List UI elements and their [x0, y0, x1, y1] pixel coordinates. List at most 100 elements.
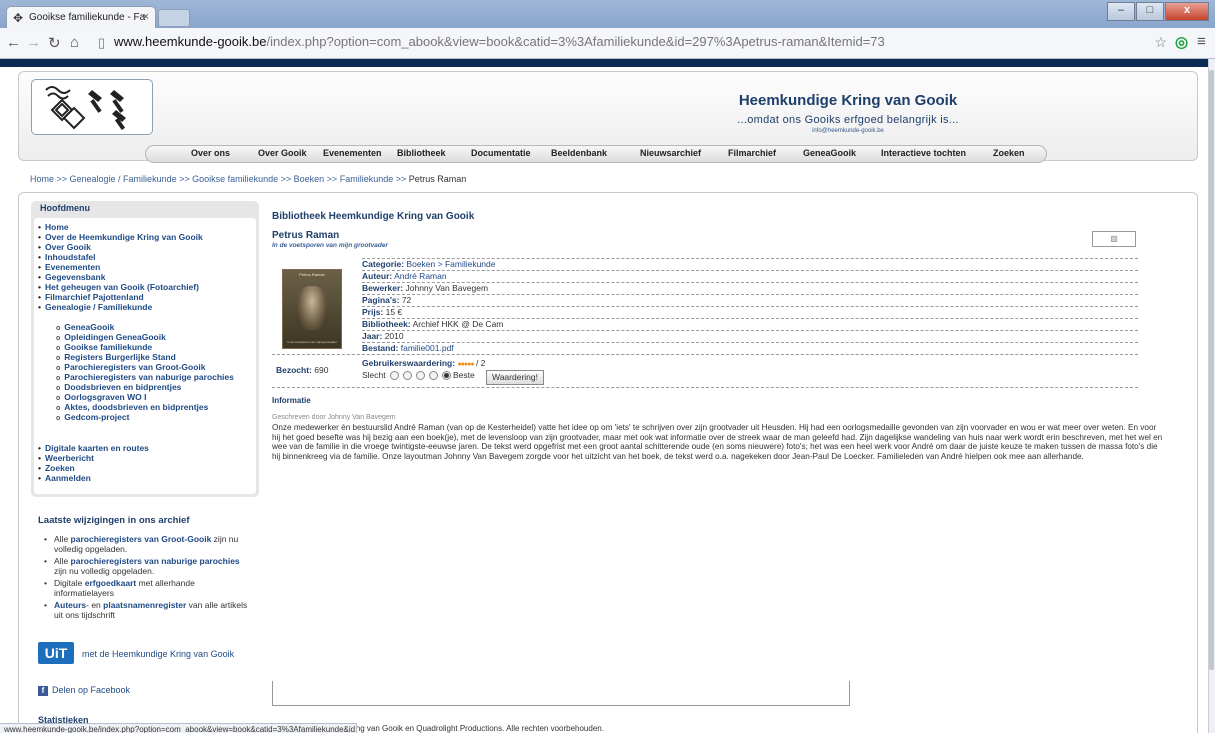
divider [272, 354, 1138, 355]
site-favicon-icon: ✥ [13, 11, 24, 25]
rating-radio-1[interactable] [390, 371, 399, 381]
sidebar-title: Hoofdmenu [40, 203, 90, 213]
top-band [0, 59, 1208, 67]
recent-link[interactable]: erfgoedkaart [85, 578, 137, 588]
vote-button[interactable]: Waardering! [486, 370, 544, 385]
nav-filmarchief[interactable]: Filmarchief [728, 148, 776, 158]
maximize-icon[interactable]: □ [1136, 2, 1164, 21]
recent-link[interactable]: Auteurs [54, 600, 86, 610]
cover-footer: In de voetsporen van mijn grootvader [287, 340, 337, 344]
nav-documentatie[interactable]: Documentatie [471, 148, 531, 158]
nav-nieuwsarchief[interactable]: Nieuwsarchief [640, 148, 701, 158]
footer-copyright: ing van Gooik en Quadrolight Productions… [354, 724, 604, 733]
scrollbar-thumb[interactable] [1209, 70, 1214, 670]
facebook-icon[interactable]: f [38, 686, 48, 696]
recent-link[interactable]: plaatsnamenregister [103, 600, 186, 610]
sidebar-item-kaarten[interactable]: Digitale kaarten en routes [38, 443, 149, 453]
url-text[interactable]: www.heemkunde-gooik.be/index.php?option=… [114, 34, 885, 49]
page-icon: ▯ [98, 35, 106, 50]
home-icon[interactable]: ⌂ [70, 34, 79, 51]
recent-link[interactable]: parochieregisters van naburige parochies [71, 556, 240, 566]
nav-interactieve-tochten[interactable]: Interactieve tochten [881, 148, 966, 158]
recent-item: Alle parochieregisters van Groot-Gooik z… [44, 534, 254, 554]
web-page: Heemkundige Kring van Gooik ...omdat ons… [0, 59, 1208, 733]
tab-title: Gooikse familiekunde - Fa [29, 12, 146, 23]
rating-radio-5[interactable] [442, 371, 451, 381]
recent-item: Auteurs- en plaatsnamenregister van alle… [44, 600, 254, 620]
rating-radio-4[interactable] [429, 371, 438, 381]
back-arrow-icon[interactable]: ← [6, 34, 21, 51]
detail-row: Bewerker: Johnny Van Bavegem [362, 282, 1138, 294]
book-subtitle: In de voetsporen van mijn grootvader [272, 242, 388, 249]
new-tab-button[interactable] [158, 9, 190, 27]
reload-icon[interactable]: ↻ [48, 34, 61, 52]
library-title: Bibliotheek Heemkundige Kring van Gooik [272, 211, 475, 222]
site-email[interactable]: info@heemkunde-gooik.be [19, 128, 1197, 134]
byline: Geschreven door Johnny Van Bavegem [272, 414, 396, 421]
sidebar-subitem-gedcom[interactable]: Gedcom-project [56, 412, 129, 424]
uit-text[interactable]: met de Heemkundige Kring van Gooik [82, 649, 234, 659]
sidebar-item-genealogie[interactable]: Genealogie / Familiekunde [38, 302, 152, 312]
detail-row: Jaar: 2010 [362, 330, 1138, 342]
browser-tab[interactable]: ✥ Gooikse familiekunde - Fa × [6, 6, 156, 29]
sidebar-item-zoeken[interactable]: Zoeken [38, 463, 75, 473]
uit-logo[interactable]: UiT [38, 642, 74, 664]
main-navigation: Over ons Over Gooik Evenementen Biblioth… [145, 145, 1047, 163]
book-cover-image[interactable]: Petrus Raman In de voetsporen van mijn g… [282, 269, 342, 349]
rating-bad-label: Slecht [362, 370, 386, 380]
info-title: Informatie [272, 396, 311, 405]
address-bar[interactable]: ▯ www.heemkunde-gooik.be/index.php?optio… [96, 33, 1171, 53]
forward-arrow-icon[interactable]: → [26, 34, 41, 51]
nav-beeldenbank[interactable]: Beeldenbank [551, 148, 607, 158]
detail-row: Pagina's: 72 [362, 294, 1138, 306]
sidebar-item-evenementen[interactable]: Evenementen [38, 262, 100, 272]
rating-dots-icon: ●●●●● [457, 361, 474, 368]
browser-tabbar: ✥ Gooikse familiekunde - Fa × – □ x [0, 0, 1215, 29]
nav-bibliotheek[interactable]: Bibliotheek [397, 148, 446, 158]
bookmark-star-icon[interactable]: ☆ [1154, 34, 1167, 51]
category-link[interactable]: Boeken > Familiekunde [406, 259, 495, 269]
rating-radio-2[interactable] [403, 371, 412, 381]
sidebar-item-inhoudstafel[interactable]: Inhoudstafel [38, 252, 96, 262]
rating-radio-3[interactable] [416, 371, 425, 381]
comment-box [272, 681, 850, 706]
sidebar-item-fotoarchief[interactable]: Het geheugen van Gooik (Fotoarchief) [38, 282, 199, 292]
breadcrumb-current: Petrus Raman [408, 174, 467, 184]
nav-geneagooik[interactable]: GeneaGooik [803, 148, 856, 158]
author-link[interactable]: André Raman [394, 271, 446, 281]
detail-row: Categorie: Boeken > Familiekunde [362, 258, 1138, 270]
recent-link[interactable]: parochieregisters van Groot-Gooik [71, 534, 212, 544]
recent-item: Digitale erfgoedkaart met allerhande inf… [44, 578, 254, 598]
sidebar-item-over-gooik[interactable]: Over Gooik [38, 242, 91, 252]
rating-good-label: Beste [453, 370, 475, 380]
sidebar-item-home[interactable]: Home [38, 222, 69, 232]
cover-title: Petrus Raman [299, 272, 325, 277]
nav-over-gooik[interactable]: Over Gooik [258, 148, 307, 158]
sidebar-item-weerbericht[interactable]: Weerbericht [38, 453, 94, 463]
browser-toolbar: ← → ↻ ⌂ ▯ www.heemkunde-gooik.be/index.p… [0, 28, 1215, 59]
nav-over-ons[interactable]: Over ons [191, 148, 230, 158]
sidebar-item-over-kring[interactable]: Over de Heemkundige Kring van Gooik [38, 232, 203, 242]
breadcrumb-links[interactable]: Home >> Genealogie / Familiekunde >> Goo… [30, 174, 409, 184]
nav-zoeken[interactable]: Zoeken [993, 148, 1025, 158]
sidebar-item-filmarchief[interactable]: Filmarchief Pajottenland [38, 292, 144, 302]
book-title: Petrus Raman [272, 230, 340, 241]
detail-row: Bibliotheek: Archief HKK @ De Cam [362, 318, 1138, 330]
divider [272, 387, 1138, 388]
extension-icon[interactable]: ◎ [1175, 33, 1188, 51]
facebook-share-link[interactable]: Delen op Facebook [52, 685, 130, 695]
book-details: Categorie: Boeken > Familiekunde Auteur:… [362, 258, 1138, 355]
close-window-icon[interactable]: x [1165, 2, 1209, 21]
menu-icon[interactable]: ≡ [1197, 33, 1206, 50]
file-link[interactable]: familie001.pdf [401, 343, 454, 353]
site-title: Heemkundige Kring van Gooik [738, 92, 958, 109]
sidebar-item-gegevensbank[interactable]: Gegevensbank [38, 272, 105, 282]
recent-changes-title: Laatste wijzigingen in ons archief [38, 515, 190, 526]
nav-evenementen[interactable]: Evenementen [323, 148, 382, 158]
minimize-icon[interactable]: – [1107, 2, 1135, 21]
tab-close-icon[interactable]: × [143, 11, 149, 23]
visit-count: Bezocht: 690 [276, 365, 329, 375]
sidebar-item-aanmelden[interactable]: Aanmelden [38, 473, 91, 483]
window-controls: – □ x [1107, 2, 1209, 21]
user-rating: Gebruikerswaardering: ●●●●● / 2 [362, 358, 486, 368]
